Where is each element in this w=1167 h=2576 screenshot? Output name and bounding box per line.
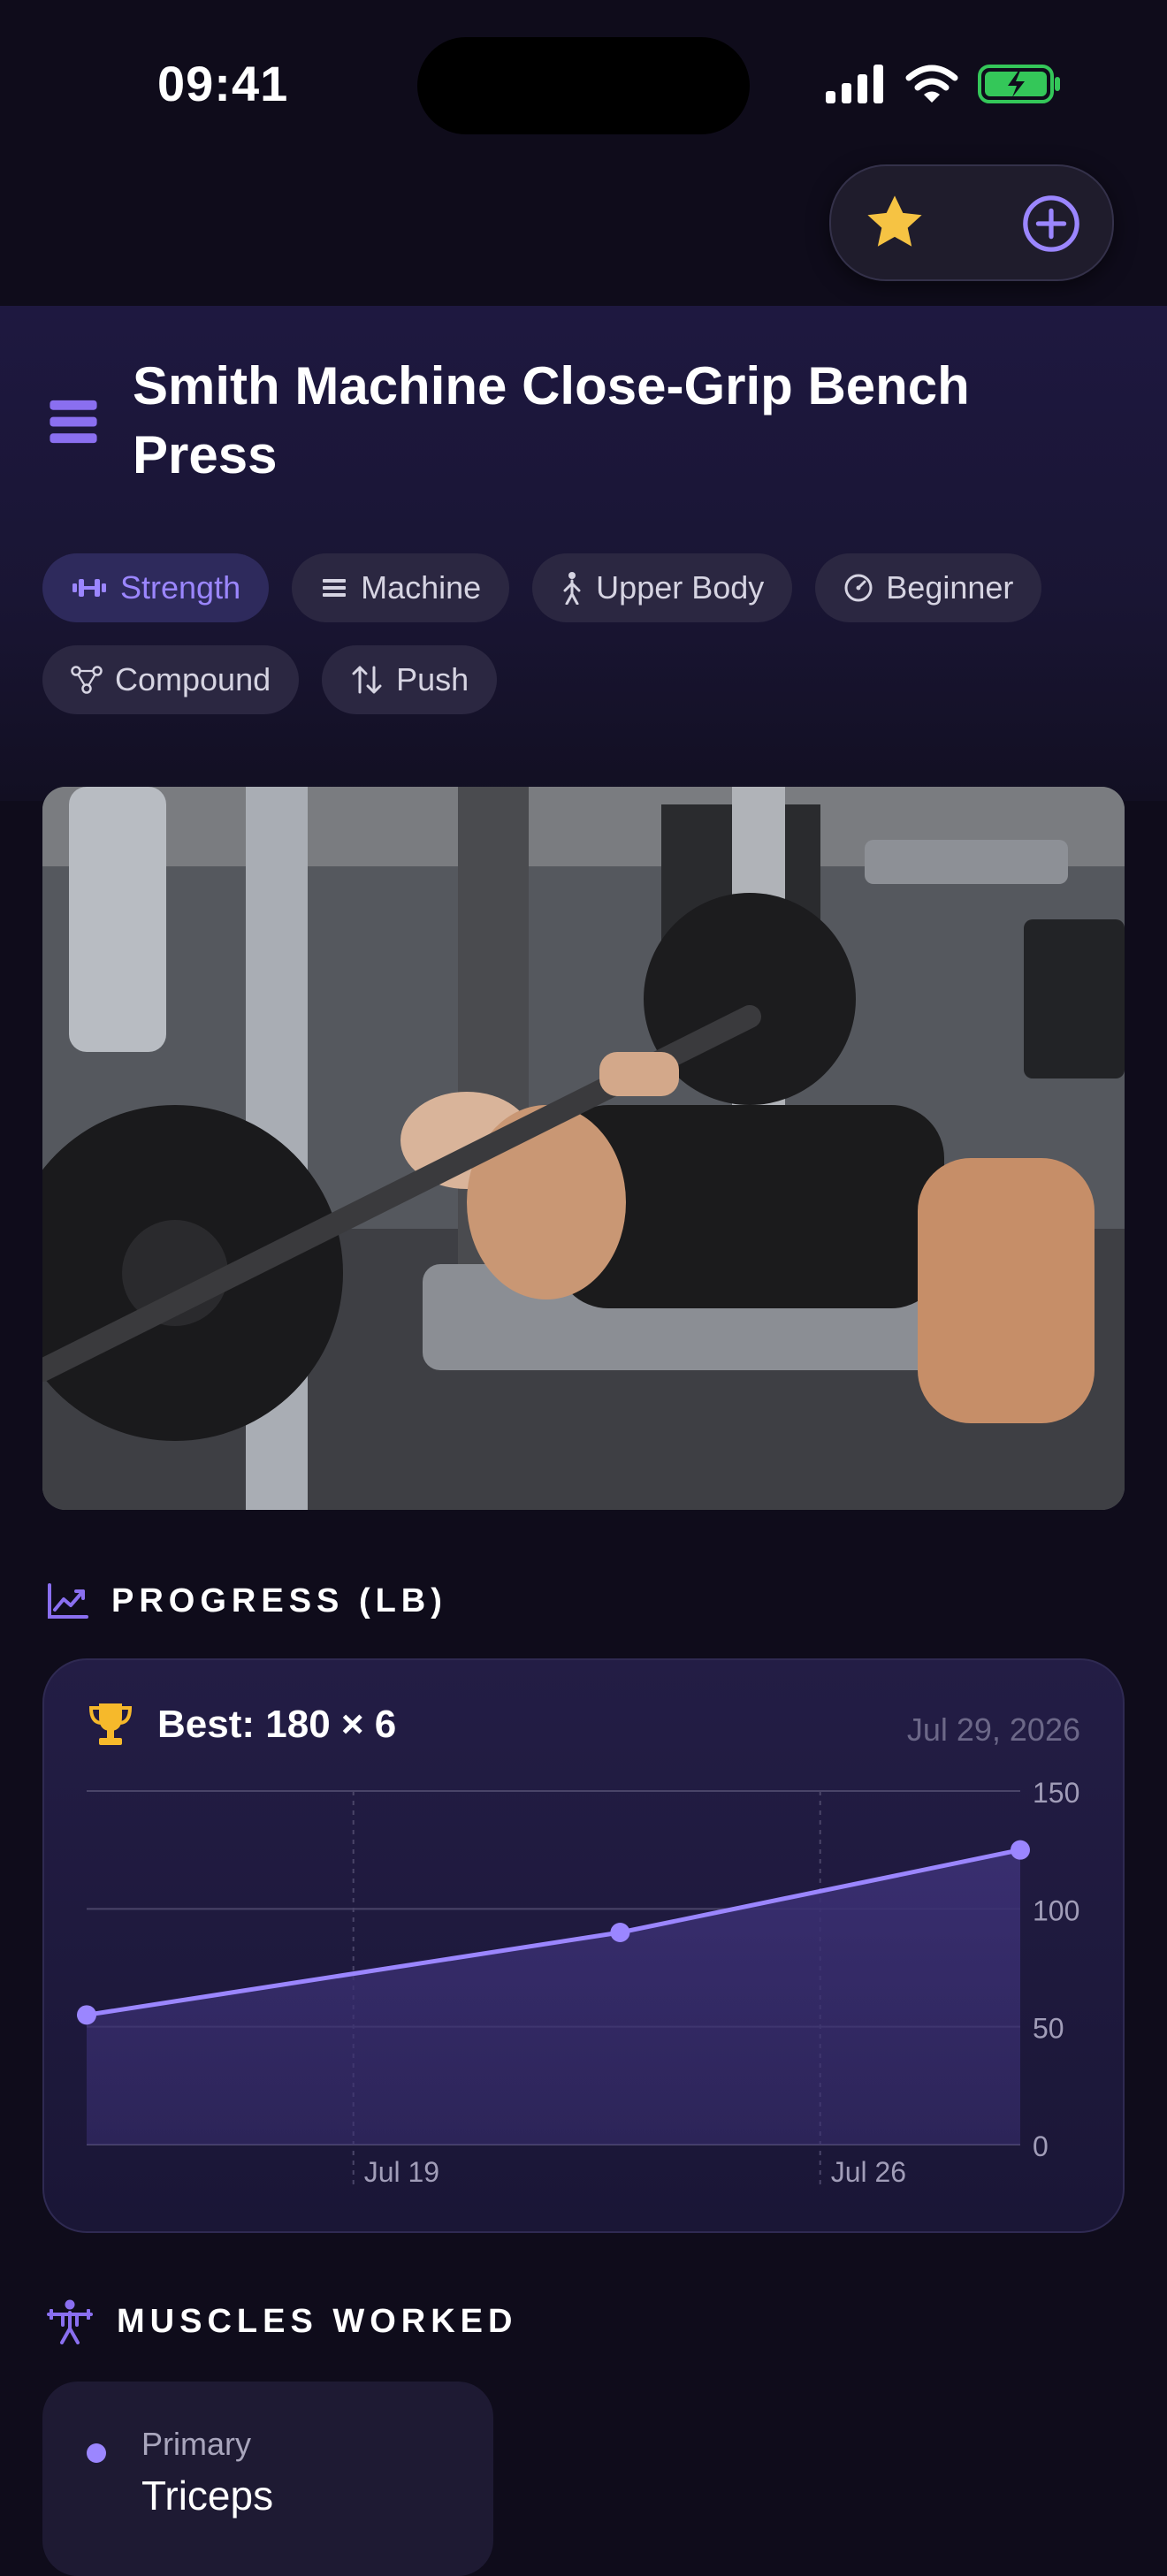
data-point [610, 1923, 630, 1942]
tag-compound[interactable]: Compound [42, 645, 300, 714]
y-tick-label: 100 [1033, 1894, 1079, 1926]
tag-label: Upper Body [596, 569, 765, 606]
dynamic-island [417, 37, 750, 134]
data-point [1011, 1840, 1030, 1860]
tag-strength[interactable]: Strength [42, 553, 270, 622]
signal-icon [826, 65, 883, 103]
clock: 09:41 [157, 56, 289, 111]
muscle-dot [87, 2443, 106, 2463]
tag-beginner[interactable]: Beginner [815, 553, 1042, 622]
list-icon [323, 579, 347, 597]
progress-chart: 0 50 100 150 Jul 19 Jul 26 [77, 1777, 1079, 2189]
arrows-updown-icon [352, 666, 382, 694]
exercise-photo [42, 787, 1125, 1510]
trend-chart-icon [48, 1582, 88, 1619]
muscle-card-primary[interactable]: Primary Triceps [42, 2382, 493, 2576]
series-area [87, 1849, 1020, 2145]
y-tick-label: 0 [1033, 2130, 1049, 2162]
status-icons [824, 64, 1061, 104]
dumbbell-icon [72, 579, 106, 597]
tag-machine[interactable]: Machine [292, 553, 510, 622]
data-point [77, 2005, 96, 2025]
y-tick-label: 150 [1033, 1777, 1079, 1809]
favorite-star-icon[interactable] [861, 191, 928, 255]
tag-list: Strength Machine Upper Body Beginner Com… [42, 553, 1130, 714]
progress-card: Best: 180 × 6 Jul 29, 2026 0 50 100 150 Jul … [42, 1658, 1125, 2233]
tag-label: Machine [361, 569, 482, 606]
x-tick-label: Jul 26 [831, 2156, 906, 2188]
tag-push[interactable]: Push [322, 645, 498, 714]
gauge-icon [844, 574, 873, 602]
add-circle-icon[interactable] [1020, 193, 1082, 255]
tag-label: Compound [115, 661, 271, 697]
y-tick-label: 50 [1033, 2013, 1064, 2045]
wifi-icon [905, 65, 958, 103]
nodes-icon [71, 666, 103, 694]
progress-section-header: PROGRESS (LB) [46, 1582, 447, 1620]
status-bar: 09:41 [0, 0, 1167, 168]
progress-section-title: PROGRESS (LB) [111, 1582, 447, 1620]
muscles-section-title: MUSCLES WORKED [117, 2302, 518, 2340]
person-icon [563, 572, 581, 605]
exercise-title: Smith Machine Close-Grip Bench Press [133, 356, 970, 484]
muscle-name: Triceps [141, 2473, 274, 2519]
tag-label: Beginner [886, 569, 1014, 606]
tag-label: Strength [120, 569, 241, 606]
muscle-figure-icon [47, 2299, 93, 2344]
muscles-section-header: MUSCLES WORKED [46, 2298, 517, 2344]
action-toolbar [829, 164, 1114, 281]
tag-upper-body[interactable]: Upper Body [532, 553, 793, 622]
x-tick-label: Jul 19 [364, 2156, 439, 2188]
menu-icon[interactable] [48, 396, 99, 447]
battery-icon [978, 65, 1060, 103]
tag-label: Push [396, 661, 469, 697]
muscle-kind: Primary [141, 2426, 251, 2462]
